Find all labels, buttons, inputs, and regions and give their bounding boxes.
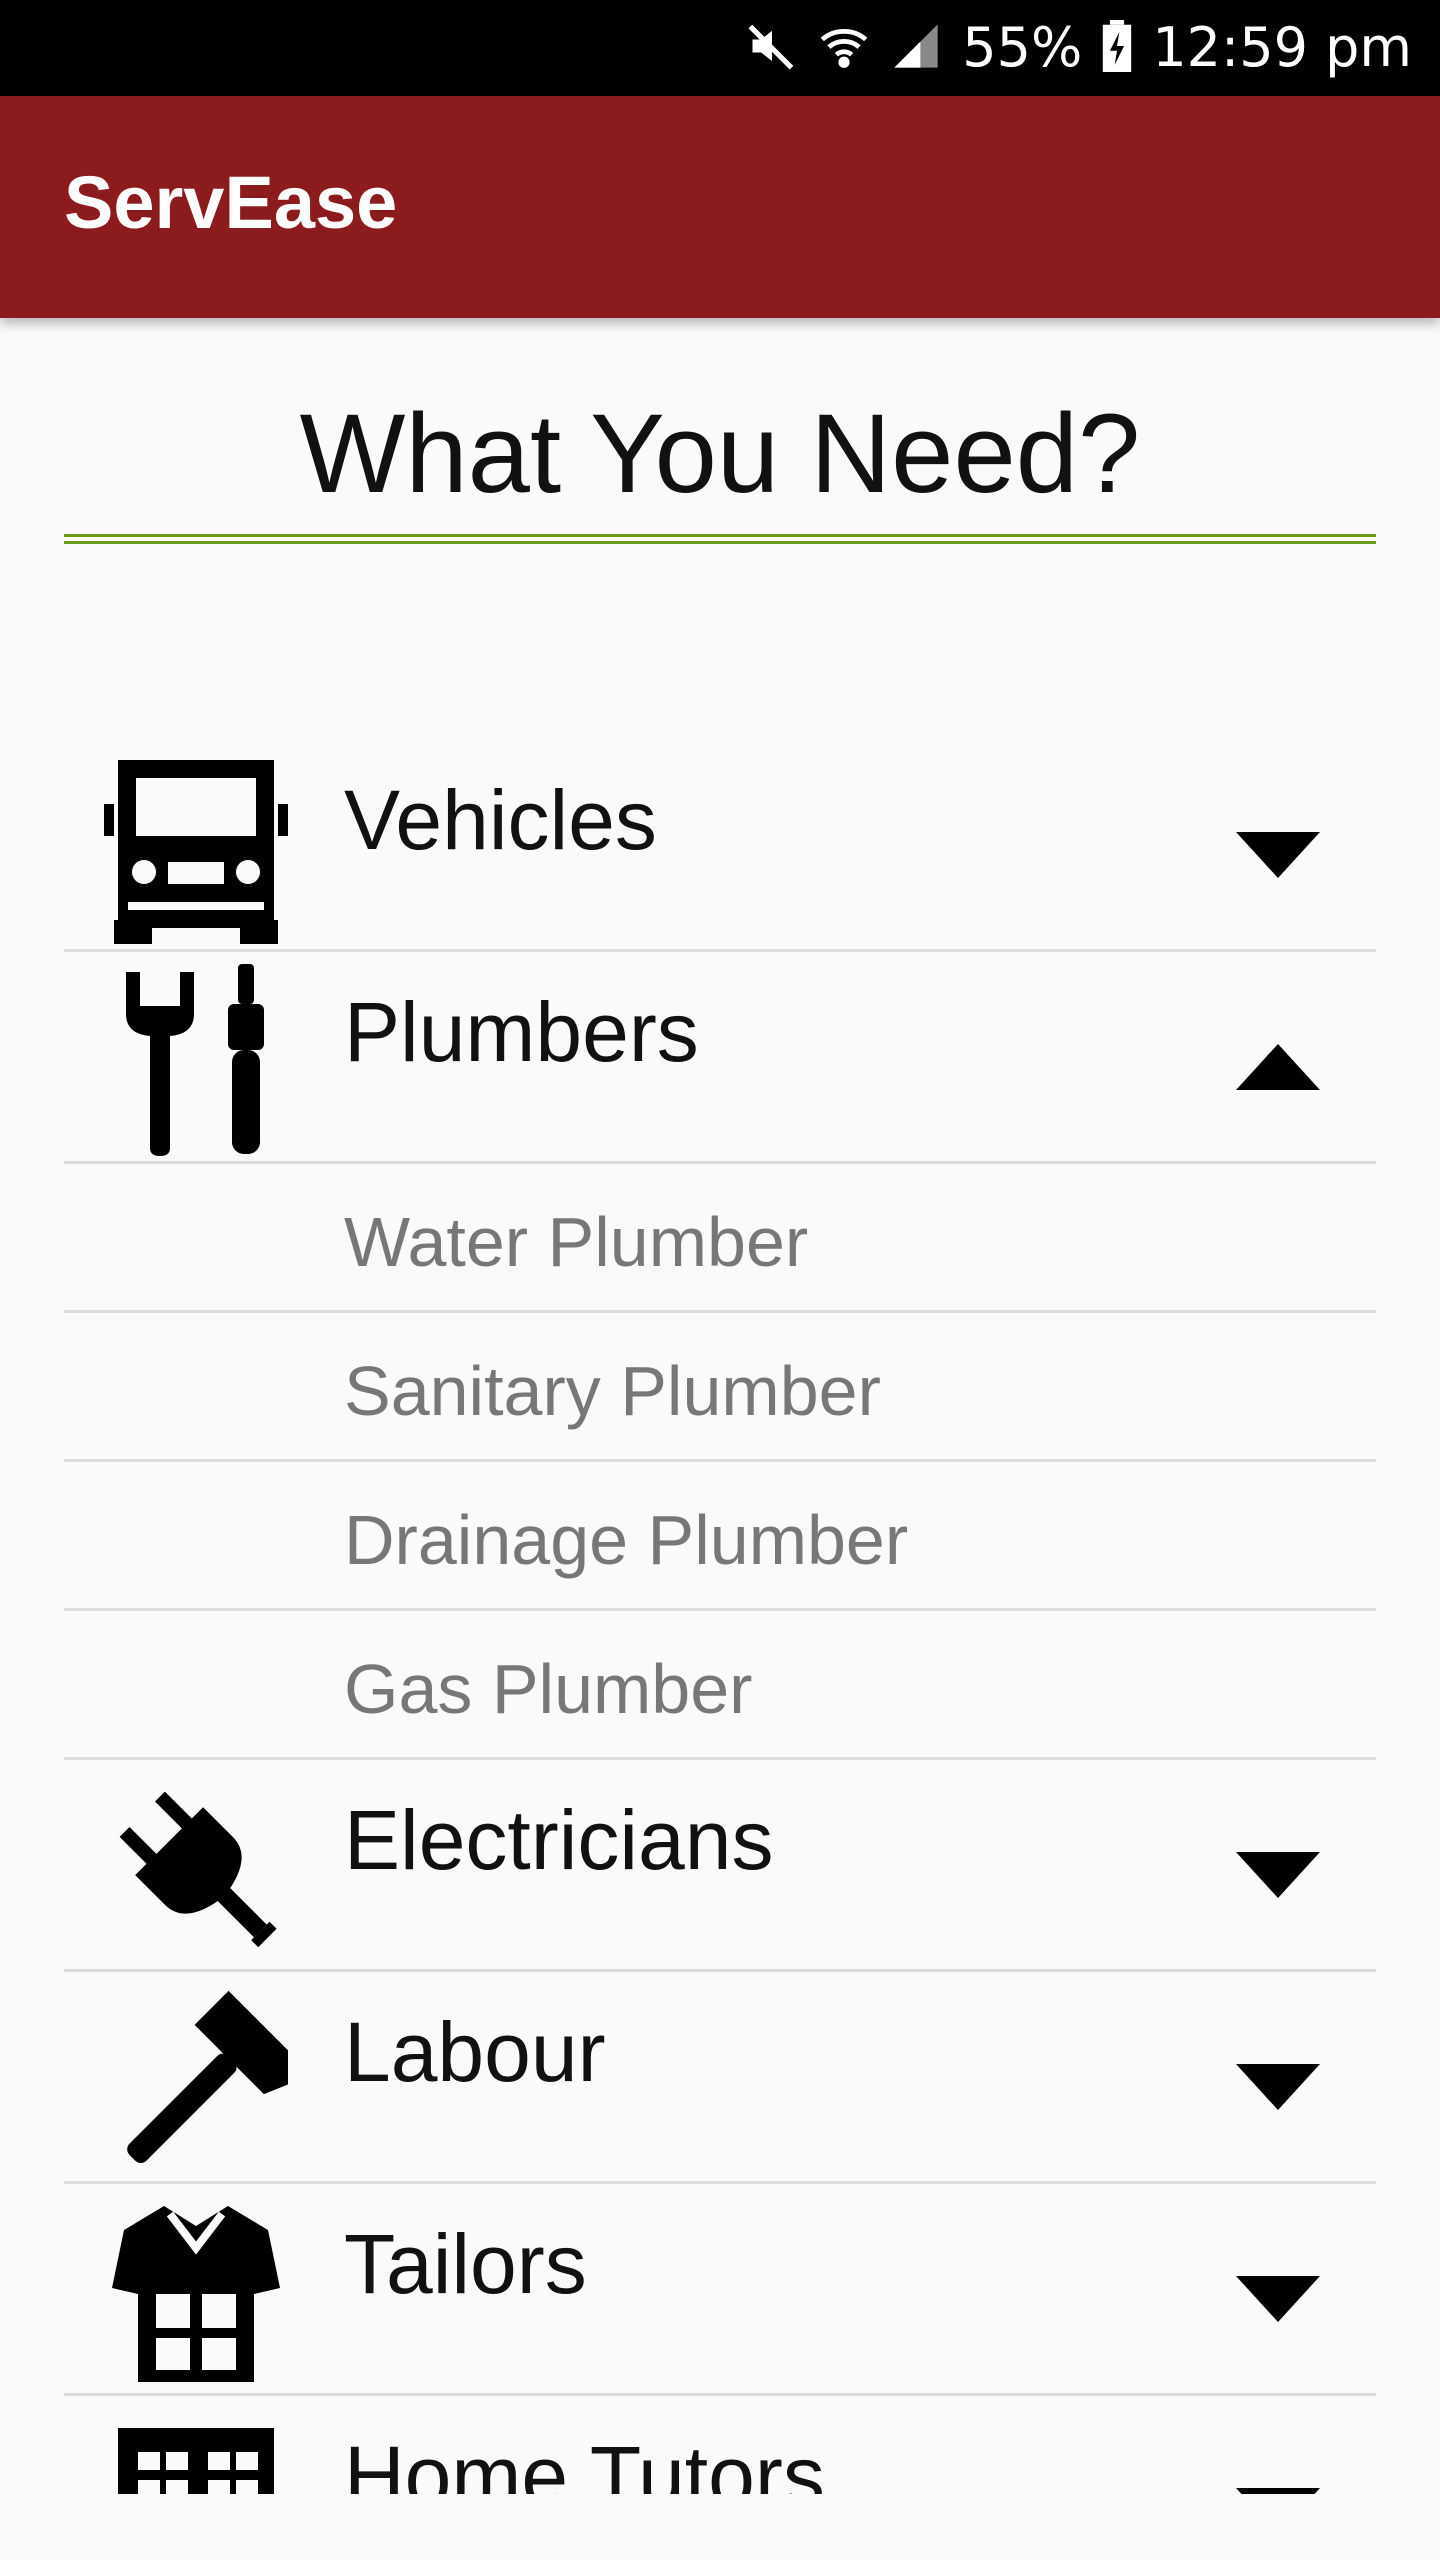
truck-icon [104,752,288,944]
building-icon [104,2408,288,2494]
subcategory-label: Water Plumber [344,1203,809,1281]
page-title: What You Need? [299,391,1141,516]
chevron-down-icon[interactable] [1236,2276,1320,2326]
status-bar: 55% 12:59 pm [0,0,1440,96]
plug-icon [104,1772,288,1964]
list-item-sanitary-plumber[interactable]: Sanitary Plumber [64,1313,1376,1462]
category-tailors[interactable]: Tailors [64,2184,1376,2396]
status-icons: 55% 12:59 pm [746,0,1412,96]
category-label: Plumbers [344,985,699,1079]
subcategory-label: Drainage Plumber [344,1501,909,1579]
category-label: Labour [344,2005,606,2099]
category-label: Home Tutors [344,2429,825,2494]
app-bar: ServEase [0,96,1440,318]
category-label: Vehicles [344,773,657,867]
subcategory-label: Sanitary Plumber [344,1352,881,1430]
chevron-up-icon[interactable] [1236,1044,1320,1094]
mute-icon [746,20,798,77]
battery-charging-icon [1102,19,1132,77]
hammer-icon [104,1984,288,2176]
list-item-gas-plumber[interactable]: Gas Plumber [64,1611,1376,1760]
list-item-drainage-plumber[interactable]: Drainage Plumber [64,1462,1376,1611]
chevron-down-icon[interactable] [1236,2488,1320,2494]
tools-icon [104,964,288,1156]
category-plumbers[interactable]: Plumbers [64,952,1376,1164]
category-vehicles[interactable]: Vehicles [64,740,1376,952]
app-title: ServEase [64,161,398,244]
chevron-down-icon[interactable] [1236,1852,1320,1902]
chevron-down-icon[interactable] [1236,832,1320,882]
battery-percent: 55% [962,16,1083,79]
category-list[interactable]: Vehicles Plumbers Water Plumber Sanitary… [64,740,1376,2494]
category-electricians[interactable]: Electricians [64,1760,1376,1972]
category-label: Tailors [344,2217,587,2311]
chevron-down-icon[interactable] [1236,2064,1320,2114]
wifi-icon [818,20,870,77]
category-home-tutors[interactable]: Home Tutors [64,2396,1376,2494]
shirt-icon [104,2196,288,2388]
title-underline [64,534,1376,544]
status-time: 12:59 pm [1152,16,1412,79]
category-label: Electricians [344,1793,774,1887]
signal-icon [890,20,942,77]
category-labour[interactable]: Labour [64,1972,1376,2184]
list-item-water-plumber[interactable]: Water Plumber [64,1164,1376,1313]
subcategory-label: Gas Plumber [344,1650,753,1728]
